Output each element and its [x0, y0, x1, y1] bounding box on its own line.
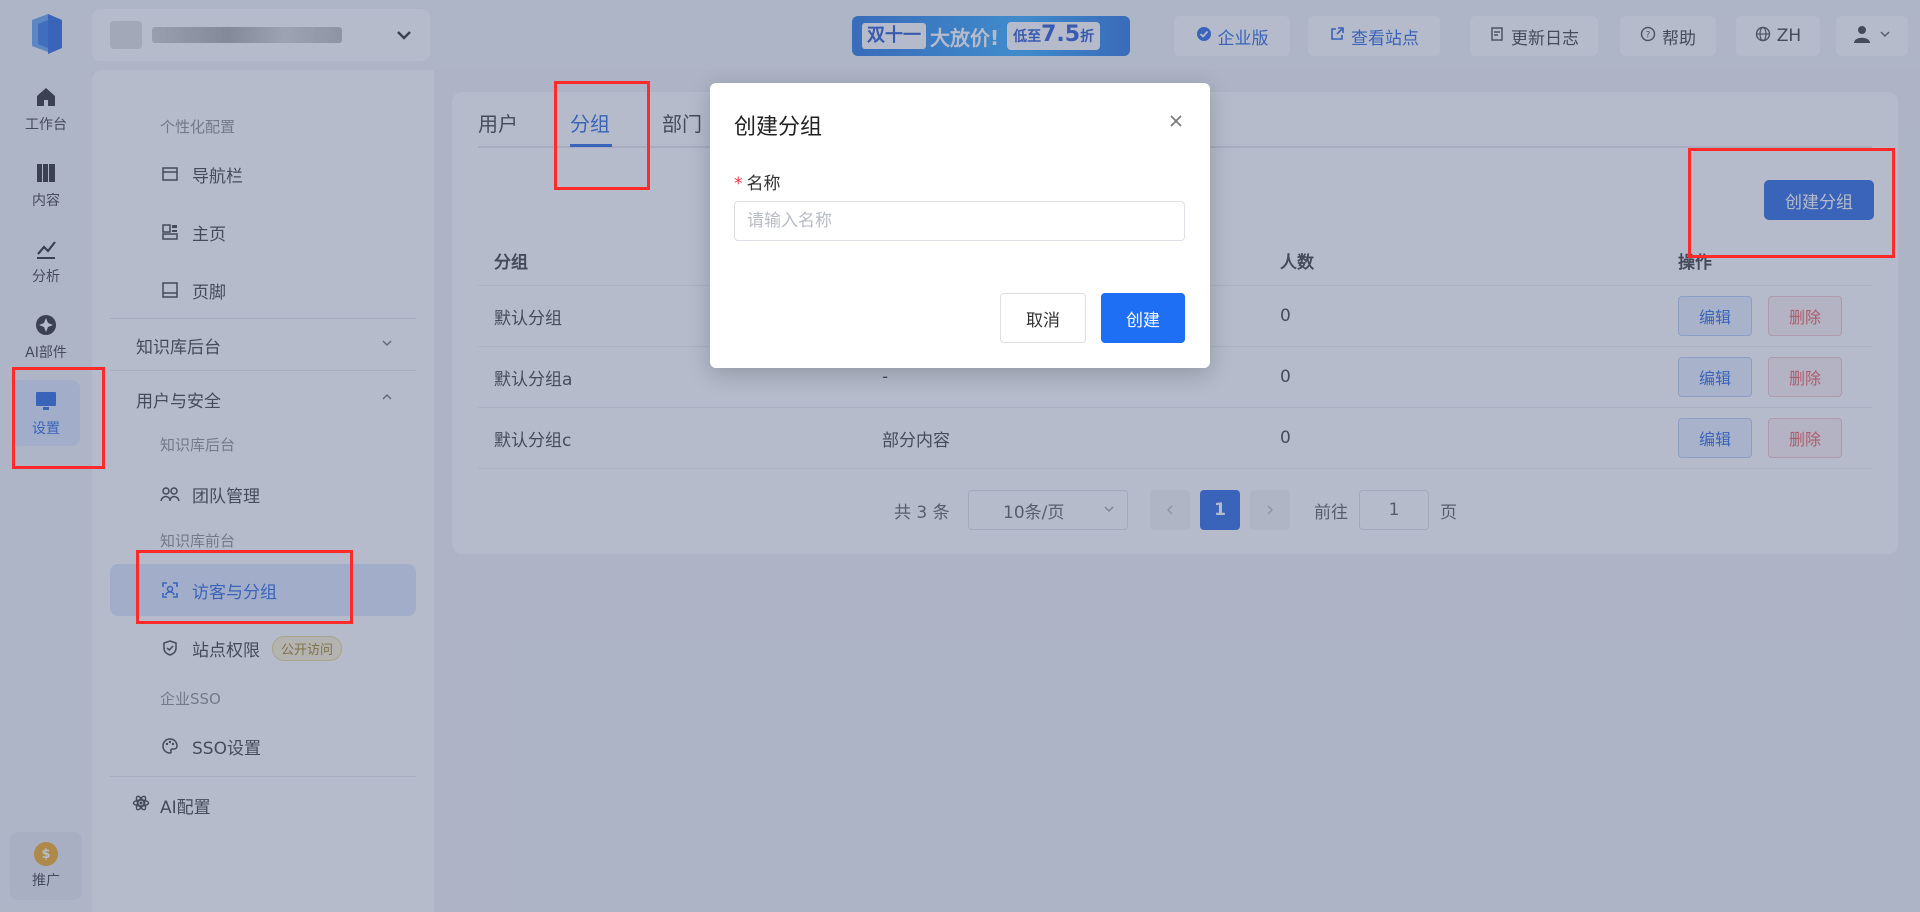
group-name-input[interactable]	[734, 201, 1185, 241]
annotation-box-groups-tab	[554, 81, 650, 190]
create-button[interactable]: 创建	[1101, 293, 1185, 343]
dialog-title: 创建分组	[734, 115, 823, 140]
annotation-box-visitor-group	[136, 550, 353, 624]
create-group-dialog: 创建分组 *名称 取消 创建	[710, 83, 1210, 368]
required-asterisk: *	[734, 174, 743, 194]
cancel-button[interactable]: 取消	[1000, 293, 1086, 343]
annotation-box-settings	[12, 367, 105, 469]
annotation-box-create-group	[1688, 148, 1895, 258]
name-field-label: * 名称	[734, 174, 781, 194]
close-icon[interactable]	[1166, 111, 1186, 131]
